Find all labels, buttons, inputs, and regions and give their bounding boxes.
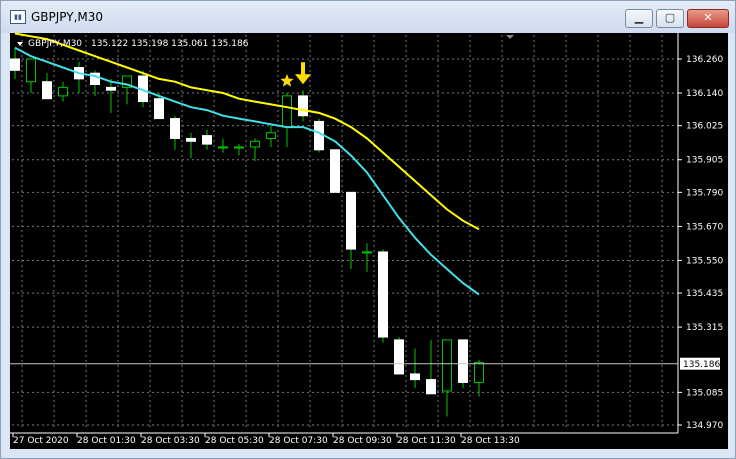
candle-body (250, 140, 260, 148)
shift-marker-icon[interactable] (506, 35, 514, 39)
chart-window: ▮▮ GBPJPY,M30 ▁ ▢ ✕ 136.260 136.140 136.02… (0, 0, 736, 459)
price-tick-label: 135.790 (686, 188, 723, 198)
chart-window-icon: ▮▮ (10, 10, 26, 24)
candle-body (298, 95, 308, 117)
candle-body (410, 373, 420, 381)
candle-body (170, 118, 180, 139)
price-tick-label: 134.970 (686, 421, 723, 431)
candle-body (266, 132, 276, 139)
candle-body (330, 149, 340, 193)
candle-body (234, 146, 244, 149)
candle-body (442, 339, 452, 392)
price-tick-label: 136.140 (686, 89, 723, 99)
candle-body (202, 135, 212, 145)
time-tick-label: 28 Oct 09:30 (333, 436, 392, 446)
candle-body (474, 362, 484, 383)
candle-body (218, 146, 228, 149)
chart-symbol: GBPJPY,M30 (28, 39, 82, 49)
candle-body (10, 58, 20, 71)
price-tick-label: 135.670 (686, 222, 723, 232)
price-tick-label: 135.085 (686, 388, 723, 398)
time-tick-label: 28 Oct 01:30 (77, 436, 136, 446)
chart-ohlc: 135.122 135.198 135.061 135.186 (91, 39, 249, 49)
minimize-button[interactable]: ▁ (625, 9, 653, 28)
window-title: GBPJPY,M30 (31, 10, 104, 24)
signal-star-icon (280, 74, 294, 87)
candle-body (106, 86, 116, 91)
price-chart[interactable]: 136.260 136.140 136.025 135.905 135.790 135.6… (10, 32, 728, 449)
close-button[interactable]: ✕ (687, 9, 729, 28)
ma-fast-line (14, 46, 480, 296)
time-tick-label: 28 Oct 05:30 (205, 436, 264, 446)
candle-body (378, 251, 388, 338)
current-price-label: 135.186 (683, 360, 720, 370)
candle-body (346, 191, 356, 250)
chart-canvas[interactable]: 136.260 136.140 136.025 135.905 135.790 135.6… (10, 32, 728, 449)
candle-body (426, 379, 436, 395)
price-tick-label: 135.315 (686, 323, 723, 333)
price-tick-label: 135.550 (686, 256, 723, 266)
candle-body (458, 339, 468, 383)
time-tick-label: 28 Oct 07:30 (269, 436, 328, 446)
candle-body (42, 81, 52, 100)
candle-body (154, 98, 164, 120)
candle-body (26, 58, 36, 83)
time-tick-label: 28 Oct 11:30 (397, 436, 456, 446)
maximize-button[interactable]: ▢ (656, 9, 684, 28)
time-tick-label: 28 Oct 03:30 (141, 436, 200, 446)
candle-body (282, 95, 292, 128)
candle-body (362, 251, 372, 254)
candle-body (58, 86, 68, 97)
price-tick-label: 136.260 (686, 55, 723, 65)
price-tick-label: 135.435 (686, 289, 723, 299)
title-bar[interactable]: ▮▮ GBPJPY,M30 ▁ ▢ ✕ (1, 1, 735, 33)
candle-body (394, 339, 404, 375)
time-tick-label: 28 Oct 13:30 (461, 436, 520, 446)
time-tick-label: 27 Oct 2020 (13, 436, 69, 446)
candle-body (186, 137, 196, 142)
price-tick-label: 136.025 (686, 122, 723, 132)
sell-arrow-icon (295, 62, 311, 85)
price-tick-label: 135.905 (686, 156, 723, 166)
ma-slow-line (14, 32, 480, 231)
